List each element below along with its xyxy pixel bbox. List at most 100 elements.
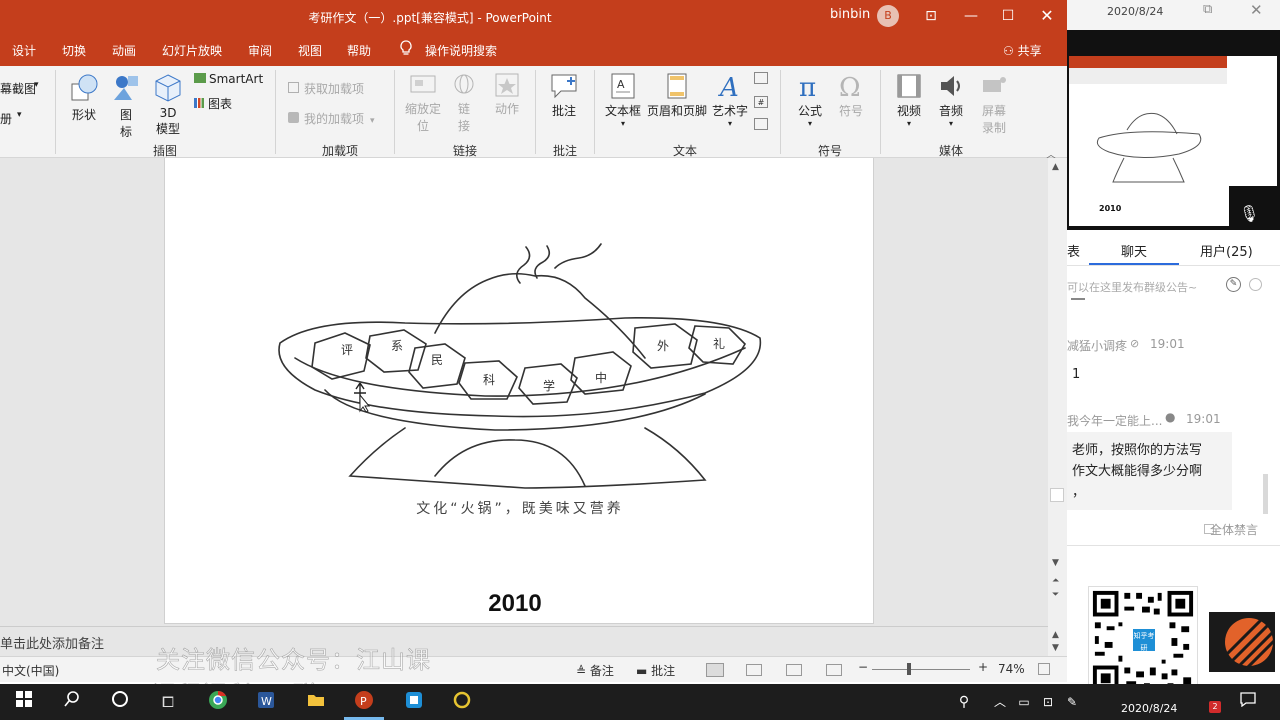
screenshot-button[interactable]: 幕截图 — [0, 80, 36, 97]
action-center-icon[interactable] — [1236, 690, 1260, 714]
comments-toggle[interactable]: ▬ 批注 — [636, 662, 675, 679]
comment-button[interactable]: 批注 — [544, 72, 584, 119]
zoom-slider-thumb[interactable] — [907, 663, 911, 675]
announcement-placeholder[interactable]: 可以在这里发布群级公告~ — [1067, 279, 1197, 295]
zoom-level[interactable]: 74% — [998, 662, 1025, 676]
zoom-in-button[interactable]: + — [978, 660, 988, 674]
normal-view-button[interactable] — [706, 663, 724, 677]
tab-slideshow[interactable]: 幻灯片放映 — [162, 42, 222, 59]
smartart-button[interactable]: SmartArt — [194, 72, 263, 86]
zoom-slider-track[interactable] — [872, 669, 970, 670]
scroll-down-icon[interactable]: ▼ — [1052, 558, 1059, 568]
ribbon-display-options-button[interactable]: ⊡ — [918, 4, 944, 28]
scroll-up-icon[interactable]: ▲ — [1052, 630, 1059, 640]
audio-button[interactable]: 音频 ▾ — [932, 72, 970, 128]
screen-recording-button[interactable]: 屏幕 录制 — [974, 72, 1014, 136]
battery-icon[interactable]: ▭ — [1012, 690, 1036, 714]
tab-stub[interactable]: 表 — [1067, 241, 1080, 260]
video-stream[interactable]: 2010 ⧉ ▮ 🎙 — [1067, 30, 1280, 230]
notes-toggle[interactable]: ≜ 备注 — [576, 662, 614, 679]
pen-icon[interactable]: ✎ — [1060, 690, 1084, 714]
tab-view[interactable]: 视图 — [298, 42, 322, 59]
tab-help[interactable]: 帮助 — [347, 42, 371, 59]
tab-review[interactable]: 审阅 — [248, 42, 272, 59]
symbol-button[interactable]: Ω 符号 — [832, 72, 870, 119]
my-addins-button[interactable]: 我的加载项 ▾ — [288, 110, 375, 127]
close-button[interactable]: ✕ — [1250, 1, 1263, 19]
slide-sorter-button[interactable] — [746, 664, 762, 676]
language-indicator[interactable]: 中文(中国) — [2, 662, 59, 679]
search-icon[interactable] — [60, 690, 84, 714]
star-icon — [495, 73, 519, 97]
task-view-icon[interactable]: ⧠ — [156, 690, 180, 714]
tab-animations[interactable]: 动画 — [112, 42, 136, 59]
steam-line — [516, 246, 531, 284]
object-icon[interactable] — [754, 118, 768, 130]
scroll-thumb[interactable] — [1050, 488, 1064, 502]
word-icon[interactable]: W — [254, 690, 278, 714]
screen-share-icon[interactable]: ⧉ — [1173, 204, 1184, 224]
windows-start-icon[interactable] — [12, 690, 36, 714]
chart-button[interactable]: 图表 — [194, 95, 232, 112]
chevron-up-icon[interactable]: ︿ — [988, 690, 1012, 714]
edit-announcement-icon[interactable]: ✎ — [1226, 277, 1241, 292]
zoom-out-button[interactable]: − — [858, 660, 868, 674]
scroll-down-icon[interactable]: ▼ — [1052, 643, 1059, 653]
icons-button[interactable]: 图 标 — [108, 72, 144, 140]
restore-button[interactable]: ⧉ — [1203, 2, 1212, 17]
chrome-icon[interactable] — [206, 690, 230, 714]
shapes-button[interactable]: 形状 — [64, 72, 104, 123]
close-button[interactable]: ✕ — [1034, 4, 1060, 28]
tab-users[interactable]: 用户(25) — [1200, 241, 1253, 260]
tencent-classroom-icon[interactable] — [402, 690, 426, 714]
powerpoint-icon[interactable]: P — [352, 690, 376, 714]
notes-placeholder[interactable]: 单击此处添加备注 — [0, 633, 104, 652]
cartoon-caption: 文化“火锅”，既美味又营养 — [416, 501, 624, 517]
minimize-button[interactable]: — — [958, 4, 984, 28]
people-icon[interactable]: ⚲ — [952, 690, 976, 714]
header-footer-button[interactable]: 页眉和页脚 — [646, 72, 708, 119]
previous-slide-icon[interactable]: ⏶ — [1052, 576, 1059, 586]
tab-design[interactable]: 设计 — [12, 42, 36, 59]
action-button[interactable]: 动作 — [488, 72, 526, 117]
3d-models-button[interactable]: 3D 模型 — [148, 72, 188, 137]
network-icon[interactable]: ⊡ — [1036, 690, 1060, 714]
avatar[interactable]: B — [877, 5, 899, 27]
tab-chat[interactable]: 聊天 — [1121, 241, 1147, 260]
group-label-links: 链接 — [452, 144, 477, 158]
microphone-icon[interactable]: 🎙 — [1239, 204, 1259, 223]
share-button[interactable]: ⚇ 共享 — [1003, 42, 1042, 59]
textbox-button[interactable]: A 文本框 ▾ — [602, 72, 644, 128]
wordart-button[interactable]: A 艺术字 ▾ — [710, 72, 750, 128]
equation-button[interactable]: π 公式 ▾ — [790, 72, 830, 128]
date-time-icon[interactable] — [754, 72, 768, 84]
video-button[interactable]: 视频 ▾ — [890, 72, 928, 128]
zoom-button[interactable]: 缩放定 位 — [402, 72, 444, 134]
photo-album-button[interactable]: 册 — [0, 110, 12, 127]
next-slide-icon[interactable]: ⏷ — [1052, 590, 1059, 600]
steam-line — [554, 243, 602, 269]
reading-view-button[interactable] — [786, 664, 802, 676]
watermark-line-1: 关注微信公众号：江山课 — [156, 646, 431, 675]
account-name[interactable]: binbin — [830, 7, 870, 22]
notes-scrollbar[interactable]: ▲ ▼ — [1048, 626, 1067, 656]
file-explorer-icon[interactable] — [304, 690, 328, 714]
slideshow-button[interactable] — [826, 664, 842, 676]
taskbar-date[interactable]: 2020/8/24 — [1121, 702, 1177, 715]
settings-icon[interactable] — [1249, 278, 1262, 291]
slide-number-icon[interactable]: # — [754, 96, 768, 108]
svg-text:Ω: Ω — [839, 73, 861, 100]
fit-slide-button[interactable] — [1038, 663, 1050, 675]
link-button[interactable]: 链 接 — [448, 72, 480, 134]
tab-transitions[interactable]: 切换 — [62, 42, 86, 59]
slide[interactable]: 评 系 民 科 学 中 外 礼 文化“火锅”，既美味又营养 2010 — [164, 158, 874, 624]
cortana-icon[interactable] — [108, 690, 132, 714]
get-addins-button[interactable]: 获取加载项 — [288, 80, 364, 97]
app-icon[interactable] — [450, 690, 474, 714]
tell-me-search[interactable]: 操作说明搜索 — [425, 42, 497, 59]
scroll-up-icon[interactable]: ▲ — [1052, 162, 1059, 172]
maximize-button[interactable]: ☐ — [995, 4, 1021, 28]
vertical-scrollbar[interactable]: ▲ ▼ ⏶ ⏷ — [1048, 158, 1067, 626]
chat-scrollbar[interactable] — [1263, 474, 1268, 514]
apple-icon: ● — [1165, 410, 1176, 424]
